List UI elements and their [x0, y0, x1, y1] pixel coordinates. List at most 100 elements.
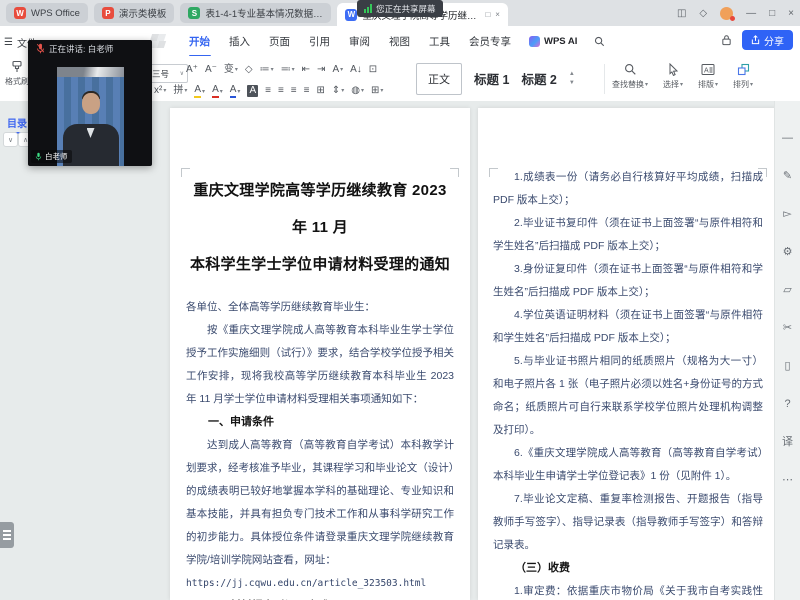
tab-member[interactable]: 会员专享: [468, 32, 512, 51]
presentation-file-icon: P: [102, 7, 114, 19]
magnifier-icon: [624, 63, 637, 76]
grow-font-icon[interactable]: A⁺: [186, 64, 198, 76]
translate-icon[interactable]: 译: [775, 435, 800, 449]
doc-heading: 一、申请条件: [186, 411, 454, 434]
settings-gear-icon[interactable]: ⚙: [775, 245, 800, 259]
justify-icon[interactable]: ≡: [304, 85, 310, 97]
wps-ai-icon: [529, 36, 540, 47]
font-size-dropdown[interactable]: 三号 ∨: [148, 64, 188, 83]
line-spacing-icon[interactable]: ⇕▾: [332, 85, 344, 97]
more-icon[interactable]: ⋯: [775, 473, 800, 487]
style-heading2[interactable]: 标题 2: [521, 69, 556, 88]
tab-wps-home[interactable]: W WPS Office: [6, 3, 88, 23]
eraser-icon[interactable]: ▱: [775, 283, 800, 297]
align-left-icon[interactable]: ≡: [265, 85, 271, 97]
increase-indent-icon[interactable]: ⇥: [317, 64, 325, 76]
style-heading1[interactable]: 标题 1: [474, 69, 509, 88]
tab-tools[interactable]: 工具: [428, 32, 451, 51]
mic-active-icon: [35, 152, 42, 161]
doc-paragraph: 各单位、全体高等学历继续教育毕业生：: [186, 296, 454, 319]
font-color-icon[interactable]: A▾: [212, 84, 223, 98]
close-window-icon[interactable]: ×: [788, 8, 794, 19]
share-badge-text: 您正在共享屏幕: [376, 3, 436, 15]
tab-restore-icon[interactable]: □: [485, 10, 490, 19]
shrink-font-icon[interactable]: A⁻: [205, 64, 217, 76]
meeting-video-overlay[interactable]: 正在讲话: 白老师 白老师: [28, 40, 152, 166]
speaker-name-tag: 白老师: [31, 150, 72, 163]
superscript-icon[interactable]: x²▾: [154, 85, 166, 97]
tab-label: 演示类模板: [119, 6, 167, 20]
align-right-icon[interactable]: ≡: [291, 85, 297, 97]
writer-file-icon: W: [345, 9, 357, 21]
arrange-button[interactable]: 排列▾: [733, 63, 753, 90]
tab-spreadsheet[interactable]: S 表1-4-1专业基本情况数据.xlsx: [180, 3, 331, 23]
clear-format-icon[interactable]: ◇: [245, 64, 253, 76]
tab-home[interactable]: 开始: [188, 32, 211, 51]
scissors-icon[interactable]: ✂: [775, 321, 800, 335]
lock-icon[interactable]: [721, 34, 732, 46]
ribbon-row1: A⁺ A⁻ 变▾ ◇ ≔▾ ≕▾ ⇤ ⇥ A▾ A↓ ⊡: [186, 64, 377, 76]
ribbon-tabs: 开始 插入 页面 引用 审阅 视图 工具 会员专享 WPS AI: [188, 26, 605, 56]
split-view-icon[interactable]: ◫: [677, 8, 686, 19]
tab-templates[interactable]: P 演示类模板: [94, 3, 175, 23]
doc-paragraph: 5.与毕业证书照片相同的纸质照片（规格为大一寸）和电子照片各 1 张（电子照片必…: [493, 350, 763, 442]
restore-window-icon[interactable]: □: [769, 8, 775, 19]
spreadsheet-file-icon: S: [188, 7, 200, 19]
gallery-scroll[interactable]: ▲ ▼: [569, 71, 575, 86]
outline-toggle-button[interactable]: [0, 522, 14, 548]
tab-view[interactable]: 视图: [388, 32, 411, 51]
doc-paragraph: 按《重庆文理学院成人高等教育本科毕业生学士学位授予工作实施细则（试行）》要求，结…: [186, 319, 454, 411]
share-arrow-icon: [751, 35, 760, 45]
number-list-icon[interactable]: ≕▾: [281, 64, 295, 76]
read-mode-icon[interactable]: ▯: [775, 359, 800, 373]
doc-paragraph: 达到成人高等教育（高等教育自学考试）本科教学计划要求，经考核准予毕业，其课程学习…: [186, 434, 454, 572]
select-cursor-icon[interactable]: ▻: [775, 207, 800, 221]
find-replace-button[interactable]: 查找替换▾: [612, 63, 648, 90]
wps-ai-button[interactable]: WPS AI: [529, 36, 577, 47]
help-icon[interactable]: ?: [775, 397, 800, 411]
phonetic-guide-icon[interactable]: 拼▾: [173, 85, 187, 97]
document-page-2[interactable]: 1.成绩表一份（请务必自行核算好平均成绩，扫描成 PDF 版本上交）； 2.毕业…: [478, 108, 778, 600]
char-shading-icon[interactable]: A: [247, 85, 258, 97]
tab-insert[interactable]: 插入: [228, 32, 251, 51]
style-body[interactable]: 正文: [416, 63, 462, 95]
share-button[interactable]: 分享: [742, 30, 793, 50]
account-avatar[interactable]: [720, 7, 733, 20]
show-marks-icon[interactable]: ⊡: [369, 64, 377, 76]
edit-pen-icon[interactable]: ✎: [775, 169, 800, 183]
tab-close-icon[interactable]: ×: [495, 10, 500, 19]
collapse-panel-icon[interactable]: —: [775, 131, 800, 145]
chevron-down-icon: ∨: [180, 70, 184, 77]
shading-icon[interactable]: ◍▾: [351, 85, 364, 97]
decrease-indent-icon[interactable]: ⇤: [302, 64, 310, 76]
change-case-icon[interactable]: 变▾: [224, 64, 238, 76]
speaker-name: 白老师: [45, 151, 68, 162]
right-sidebar: — ✎ ▻ ⚙ ▱ ✂ ▯ ? 译 ⋯: [774, 101, 800, 600]
doc-paragraph: 7.毕业论文定稿、重复率检测报告、开题报告（指导教师手写签字）、指导记录表（指导…: [493, 488, 763, 557]
bullet-list-icon[interactable]: ≔▾: [260, 64, 274, 76]
underline-color-icon[interactable]: A▾: [230, 84, 241, 98]
skin-icon[interactable]: ◇: [699, 8, 707, 19]
search-icon[interactable]: [594, 36, 605, 47]
align-center-icon[interactable]: ≡: [278, 85, 284, 97]
minimize-icon[interactable]: —: [746, 8, 756, 19]
document-page-1[interactable]: 重庆文理学院高等学历继续教育 2023 年 11 月 本科学生学士学位申请材料受…: [170, 108, 470, 600]
tab-review[interactable]: 审阅: [348, 32, 371, 51]
highlight-icon[interactable]: A▾: [194, 84, 205, 98]
hamburger-icon: ☰: [4, 37, 13, 48]
typeset-button[interactable]: A 排版▾: [698, 63, 718, 90]
borders-icon[interactable]: ⊞▾: [371, 85, 383, 97]
speaker-figure: [82, 93, 100, 114]
margin-mark: [758, 168, 767, 177]
sort-icon[interactable]: A↓: [350, 64, 362, 76]
collapse-all-button[interactable]: ∨: [3, 132, 18, 147]
toc-panel-tab[interactable]: 目录: [7, 115, 27, 130]
screen-share-badge[interactable]: 您正在共享屏幕: [357, 0, 443, 17]
tab-reference[interactable]: 引用: [308, 32, 331, 51]
cursor-arrow-icon: [667, 63, 679, 76]
distribute-icon[interactable]: ⊞: [316, 85, 324, 97]
select-button[interactable]: 选择▾: [663, 63, 683, 90]
format-painter-button[interactable]: 格式刷: [4, 60, 30, 87]
tab-page[interactable]: 页面: [268, 32, 291, 51]
text-effects-icon[interactable]: A▾: [332, 64, 343, 76]
